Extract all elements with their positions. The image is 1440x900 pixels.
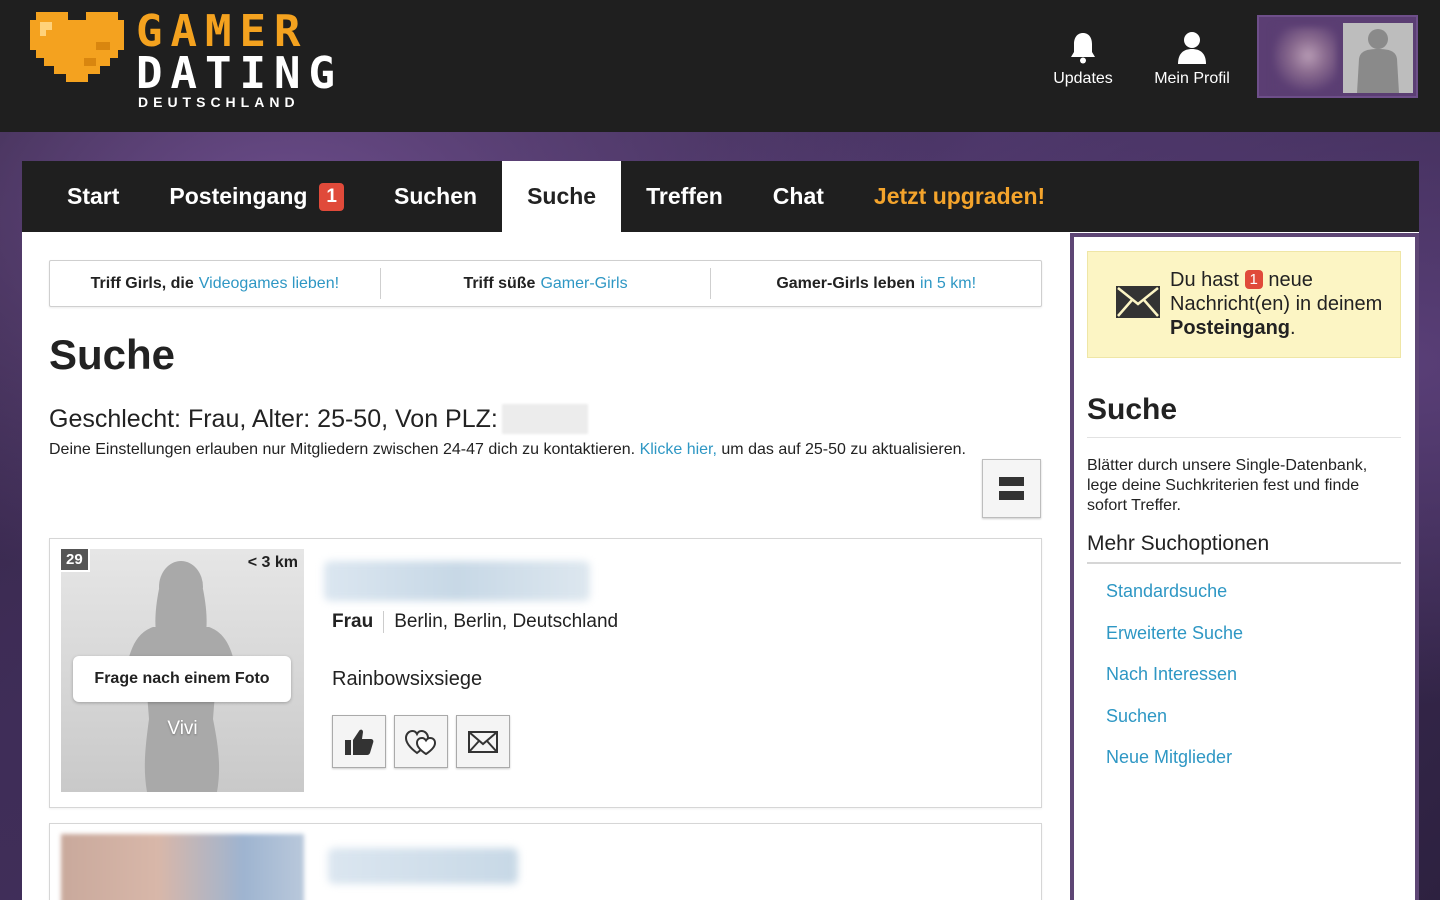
logo-text-deutschland: DEUTSCHLAND (138, 94, 300, 110)
logo-text-dating: DATING (136, 48, 343, 99)
age-badge: 29 (61, 549, 90, 572)
notice-end: . (1290, 317, 1296, 339)
notice-text: Du hast (1170, 269, 1239, 291)
hearts-icon (405, 729, 437, 755)
promo-link[interactable]: in 5 km! (920, 275, 976, 293)
promo-text: Gamer-Girls leben (776, 274, 916, 292)
search-link[interactable]: Suchen (1106, 706, 1243, 748)
site-header: GAMER DATING DEUTSCHLAND Updates Mein Pr… (0, 0, 1440, 132)
user-icon (1147, 28, 1237, 64)
new-message-notice[interactable]: Du hast 1 neue Nachricht(en) in deinem P… (1087, 251, 1401, 358)
promo-bar: Triff Girls, die Videogames lieben! Triff… (49, 260, 1042, 307)
tab-upgrade-label: Jetzt upgraden! (873, 183, 1046, 209)
tab-treffen-label: Treffen (646, 183, 723, 209)
main-container: Start Posteingang 1 Suchen Suche Treffen… (22, 161, 1419, 900)
advanced-search-link[interactable]: Erweiterte Suche (1106, 623, 1243, 665)
inbox-link[interactable]: Posteingang (1170, 317, 1290, 339)
list-view-icon-bar (999, 491, 1024, 500)
main-navigation: Start Posteingang 1 Suchen Suche Treffen… (22, 161, 1419, 232)
settings-note-text: Deine Einstellungen erlauben nur Mitglie… (49, 441, 636, 458)
favorite-button[interactable] (394, 715, 448, 768)
tab-treffen[interactable]: Treffen (621, 161, 748, 232)
updates-label: Updates (1053, 70, 1113, 87)
list-view-toggle-button[interactable] (982, 459, 1041, 518)
username-redacted[interactable] (324, 561, 590, 601)
avatar-placeholder[interactable] (1343, 23, 1413, 93)
update-settings-link[interactable]: Klicke hier, (640, 441, 717, 458)
location-label: Berlin, Berlin, Deutschland (394, 611, 619, 632)
search-criteria: Geschlecht: Frau, Alter: 25-50, Von PLZ: (49, 404, 588, 434)
site-logo[interactable]: GAMER DATING DEUTSCHLAND (30, 6, 430, 116)
search-result-card (49, 823, 1042, 900)
my-profile-label: Mein Profil (1154, 70, 1230, 87)
gender-label: Frau (332, 611, 385, 633)
standard-search-link[interactable]: Standardsuche (1106, 581, 1243, 623)
profile-name: Vivi (167, 718, 198, 739)
settings-note: Deine Einstellungen erlauben nur Mitglie… (49, 441, 966, 459)
sidebar-description: Blätter durch unsere Single-Datenbank, l… (1087, 457, 1368, 514)
promo-link[interactable]: Gamer-Girls (540, 275, 627, 293)
tab-upgrade[interactable]: Jetzt upgraden! (849, 161, 1070, 232)
avatar-blurred[interactable] (1273, 27, 1337, 91)
search-options-list: Standardsuche Erweiterte Suche Nach Inte… (1106, 581, 1243, 789)
tab-posteingang-label: Posteingang (169, 183, 308, 209)
search-by-interests-link[interactable]: Nach Interessen (1106, 664, 1243, 706)
tab-chat[interactable]: Chat (748, 161, 849, 232)
my-profile-link[interactable]: Mein Profil (1147, 28, 1237, 88)
interest-label: Rainbowsixsiege (332, 668, 483, 690)
profile-actions (332, 715, 510, 768)
tab-posteingang[interactable]: Posteingang 1 (144, 161, 369, 232)
tab-suchen-label: Suchen (394, 183, 478, 209)
tab-start[interactable]: Start (22, 161, 144, 232)
list-view-icon-bar (999, 477, 1024, 486)
profile-photo-blurred[interactable] (61, 834, 304, 900)
promo-text: Triff süße (463, 274, 536, 292)
sidebar: Du hast 1 neue Nachricht(en) in deinem P… (1070, 233, 1419, 900)
profile-photo[interactable]: 29 < 3 km Frage nach einem Foto Vivi (61, 549, 304, 792)
promo-text: Triff Girls, die (90, 274, 194, 292)
updates-link[interactable]: Updates (1038, 28, 1128, 88)
promo-item[interactable]: Gamer-Girls leben in 5 km! (710, 268, 1041, 299)
pixel-heart-icon (30, 12, 124, 82)
tab-suche-label: Suche (527, 183, 597, 209)
unread-count-badge: 1 (319, 182, 344, 211)
promo-item[interactable]: Triff süße Gamer-Girls (379, 268, 711, 299)
tab-chat-label: Chat (772, 183, 824, 209)
username-redacted[interactable] (328, 848, 518, 884)
promo-link[interactable]: Videogames lieben! (199, 275, 339, 293)
page-title: Suche (49, 331, 176, 378)
like-button[interactable] (332, 715, 386, 768)
profile-meta: Frau Berlin, Berlin, Deutschland (332, 611, 618, 633)
tab-suche[interactable]: Suche (502, 161, 622, 232)
envelope-icon (468, 730, 498, 753)
message-count-badge: 1 (1244, 270, 1263, 289)
bell-icon (1038, 28, 1128, 64)
sidebar-title: Suche (1087, 393, 1401, 438)
search-result-card: 29 < 3 km Frage nach einem Foto Vivi Fra… (49, 538, 1042, 808)
new-message-text: Du hast 1 neue Nachricht(en) in deinem P… (1170, 268, 1395, 340)
male-silhouette-icon (1357, 29, 1399, 93)
header-avatars[interactable] (1257, 15, 1418, 98)
envelope-icon (1116, 286, 1160, 318)
more-search-options-heading: Mehr Suchoptionen (1087, 532, 1401, 564)
promo-item[interactable]: Triff Girls, die Videogames lieben! (50, 261, 380, 306)
tab-start-label: Start (67, 183, 120, 209)
thumbs-up-icon (345, 729, 374, 755)
search-criteria-text: Geschlecht: Frau, Alter: 25-50, Von PLZ: (49, 404, 498, 433)
ask-for-photo-button[interactable]: Frage nach einem Foto (73, 656, 291, 702)
message-button[interactable] (456, 715, 510, 768)
tab-suchen[interactable]: Suchen (369, 161, 502, 232)
new-members-link[interactable]: Neue Mitglieder (1106, 747, 1243, 789)
postcode-redacted (501, 404, 588, 434)
settings-note-text-end: um das auf 25-50 zu aktualisieren. (721, 441, 966, 458)
distance-label: < 3 km (247, 554, 298, 571)
